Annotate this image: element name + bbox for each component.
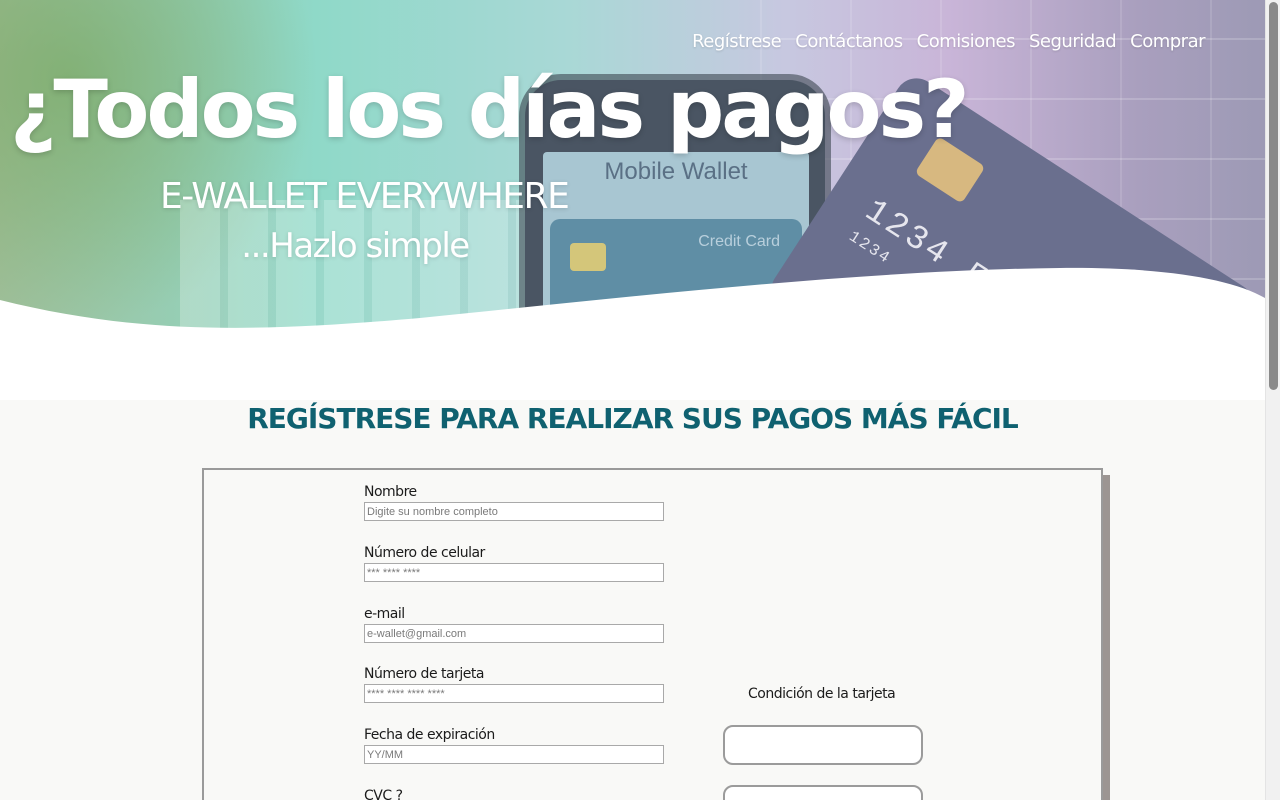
- field-numero-tarjeta: Número de tarjeta: [364, 664, 666, 703]
- field-cvc: CVC ?: [364, 786, 666, 800]
- nav-link-registrese[interactable]: Regístrese: [692, 31, 782, 52]
- hero-banner: Mobile Wallet Credit Card Credit C 1234 …: [0, 0, 1265, 400]
- hero-subtitle: E-WALLET EVERYWHERE: [160, 176, 570, 217]
- main-nav: Regístrese Contáctanos Comisiones Seguri…: [692, 31, 1205, 52]
- registration-title: REGÍSTRESE PARA REALIZAR SUS PAGOS MÁS F…: [247, 402, 1019, 435]
- field-celular: Número de celular: [364, 543, 666, 582]
- page-scrollbar[interactable]: [1265, 0, 1280, 800]
- field-fecha-expiracion: Fecha de expiración: [364, 725, 666, 764]
- nav-link-seguridad[interactable]: Seguridad: [1029, 31, 1117, 52]
- hero-title: ¿Todos los días pagos?: [10, 63, 969, 156]
- numero-tarjeta-input[interactable]: [364, 684, 664, 703]
- cvc-label: CVC ?: [364, 788, 403, 800]
- numero-tarjeta-label: Número de tarjeta: [364, 666, 484, 682]
- scrollbar-thumb[interactable]: [1269, 2, 1278, 390]
- field-nombre: Nombre: [364, 482, 666, 521]
- celular-input[interactable]: [364, 563, 664, 582]
- registration-form: Nombre Número de celular e-mail Número d…: [202, 468, 1103, 800]
- card-condition-label: Condición de la tarjeta: [748, 686, 896, 702]
- email-label: e-mail: [364, 606, 405, 622]
- fecha-expiracion-label: Fecha de expiración: [364, 727, 495, 743]
- nav-link-comisiones[interactable]: Comisiones: [917, 31, 1016, 52]
- nombre-input[interactable]: [364, 502, 664, 521]
- email-input[interactable]: [364, 624, 664, 643]
- card-condition-box-1[interactable]: [723, 725, 923, 765]
- nav-link-comprar[interactable]: Comprar: [1130, 31, 1205, 52]
- field-email: e-mail: [364, 604, 666, 643]
- fecha-expiracion-input[interactable]: [364, 745, 664, 764]
- nav-link-contactanos[interactable]: Contáctanos: [795, 31, 903, 52]
- nombre-label: Nombre: [364, 484, 417, 500]
- celular-label: Número de celular: [364, 545, 485, 561]
- hero-tagline: ...Hazlo simple: [241, 226, 470, 266]
- card-condition-box-2[interactable]: [723, 785, 923, 800]
